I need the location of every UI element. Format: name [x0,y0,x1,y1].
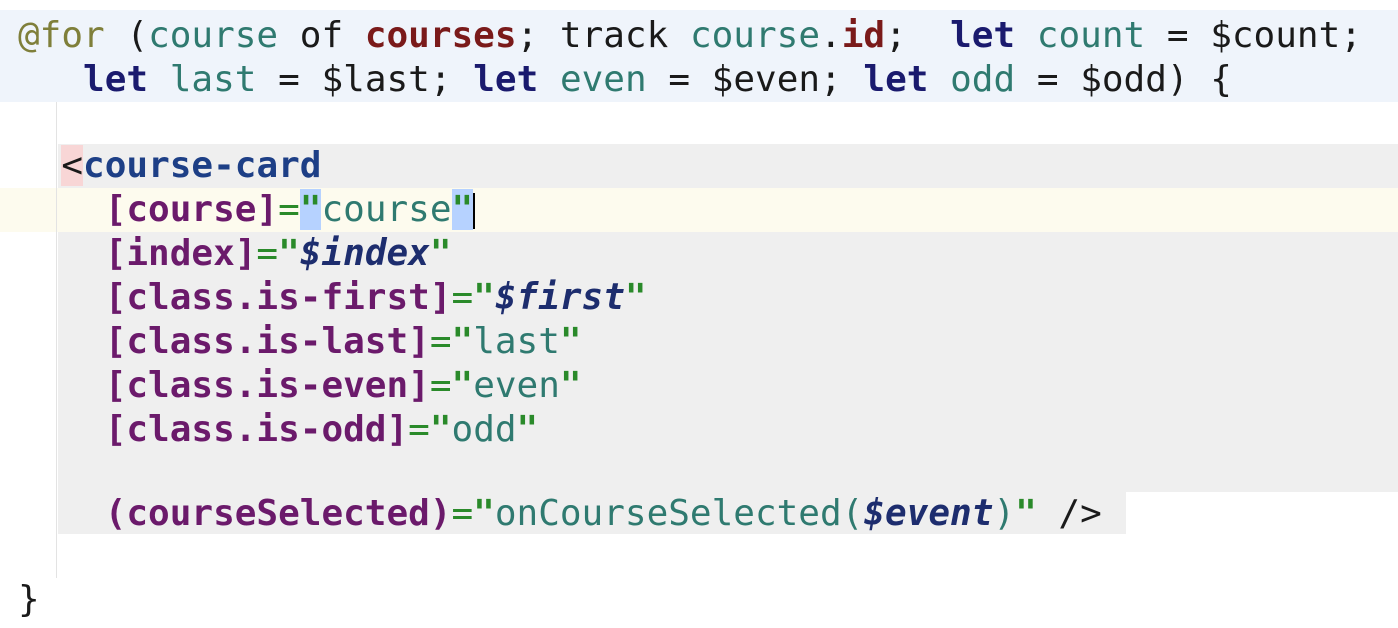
token: " [299,189,322,230]
token: ; [885,15,951,56]
token: [class.is-odd] [104,409,409,450]
code-line-10[interactable]: [class.is-odd]="odd" [18,408,539,452]
token: odd [950,59,1016,100]
token: ; [820,59,864,100]
token: course [321,189,452,230]
code-line-12[interactable]: (courseSelected)="onCourseSelected($even… [18,492,1102,536]
token: = [429,365,452,406]
token: = [451,277,474,318]
token: ; [429,59,474,100]
token: (courseSelected) [104,493,452,534]
token: ; [1340,15,1362,56]
token: = [451,493,474,534]
code-editor[interactable]: @for (course of courses; track course.id… [0,0,1398,628]
token: even [473,365,560,406]
code-line-8[interactable]: [class.is-last]="last" [18,320,582,364]
token: < [61,145,84,186]
code-line-14[interactable]: } [18,578,40,622]
token: [class.is-first] [104,277,452,318]
token: let [950,15,1016,56]
token: $first [494,277,625,318]
token: track [559,15,669,56]
token: " [516,409,539,450]
token: last [473,321,560,362]
token: . [820,15,842,56]
token: " [473,277,495,318]
token: odd [451,409,517,450]
token: of [278,15,365,56]
token: = [408,409,430,450]
token: even [559,59,647,100]
token: $even [711,59,821,100]
token: course [689,15,820,56]
token: [class.is-last] [104,321,430,362]
token: let [83,59,149,100]
token: @for [18,15,105,56]
token: id [841,15,886,56]
token: = [1015,59,1081,100]
text-cursor [473,193,476,229]
token: " [559,321,582,362]
code-line-7[interactable]: [class.is-first]="$first" [18,276,647,320]
token: " [624,277,647,318]
token: = [429,321,452,362]
code-line-2[interactable]: let last = $last; let even = $even; let … [18,58,1232,102]
token: " [473,493,495,534]
token: " [429,233,452,274]
token: ) { [1166,59,1232,100]
token: /> [1036,493,1102,534]
token: $odd [1080,59,1167,100]
token: course [148,15,279,56]
token: " [559,365,582,406]
token: " [429,409,452,450]
token: [index] [104,233,257,274]
code-line-4[interactable]: <course-card [18,144,321,188]
token: let [863,59,929,100]
token: [course] [104,189,279,230]
token: course-card [83,145,322,186]
token: = [646,59,712,100]
token: } [18,579,40,620]
token: ( [104,15,149,56]
token: " [1015,493,1037,534]
token: onCourseSelected( [494,493,864,534]
token: ; [516,15,560,56]
token: = [256,59,322,100]
token: count [1036,15,1146,56]
token: $count [1210,15,1341,56]
token: courses [364,15,517,56]
code-line-5[interactable]: [course]="course" [18,188,476,232]
token: let [473,59,539,100]
token: = [1145,15,1211,56]
code-line-6[interactable]: [index]="$index" [18,232,452,276]
token: $index [299,233,430,274]
code-line-9[interactable]: [class.is-even]="even" [18,364,582,408]
token: [class.is-even] [104,365,430,406]
token: $event [863,493,994,534]
token: last [169,59,257,100]
token: " [451,189,474,230]
code-line-1[interactable]: @for (course of courses; track course.id… [18,14,1362,58]
token: $last [321,59,430,100]
token: " [451,365,474,406]
token: ) [993,493,1016,534]
token: " [451,321,474,362]
token: " [278,233,300,274]
token: = [256,233,279,274]
token: = [278,189,300,230]
